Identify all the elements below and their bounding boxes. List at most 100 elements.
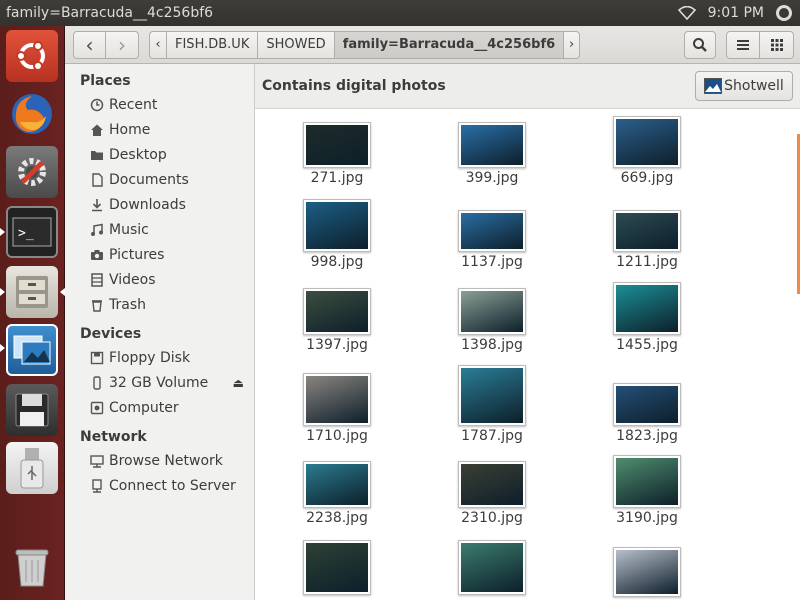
file-name-label[interactable]: 3190.jpg [582, 510, 712, 526]
settings-icon[interactable] [6, 146, 58, 198]
sidebar-item-videos[interactable]: Videos [65, 267, 254, 292]
breadcrumb-fish-db[interactable]: FISH.DB.UK [167, 30, 259, 59]
sidebar-item-browse-network[interactable]: Browse Network [65, 448, 254, 473]
file-name-label[interactable]: 1397.jpg [272, 337, 402, 353]
window-title: family=Barracuda__4c256bf6 [6, 5, 214, 21]
network-heading: Network [80, 429, 147, 445]
file-name-label[interactable]: 1211.jpg [582, 254, 712, 270]
trash-icon [89, 298, 104, 312]
trash-icon[interactable] [6, 540, 58, 592]
file-thumbnail[interactable] [613, 547, 681, 597]
places-heading: Places [80, 73, 131, 89]
shotwell-button[interactable]: Shotwell [695, 71, 793, 101]
sidebar-item-trash[interactable]: Trash [65, 292, 254, 317]
gear-icon[interactable] [776, 5, 792, 21]
download-icon [89, 198, 104, 212]
shotwell-icon[interactable] [6, 324, 58, 376]
photo-preview [461, 543, 523, 592]
file-name-label[interactable]: 1398.jpg [427, 337, 557, 353]
file-name-label[interactable]: 998.jpg [272, 254, 402, 270]
sidebar: Places Recent Home Desktop Documents Dow… [65, 64, 255, 600]
sidebar-item-documents[interactable]: Documents [65, 167, 254, 192]
file-thumbnail[interactable] [303, 461, 371, 508]
sidebar-item-music[interactable]: Music [65, 217, 254, 242]
sidebar-item-recent[interactable]: Recent [65, 92, 254, 117]
file-name-label[interactable]: 1787.jpg [427, 428, 557, 444]
floppy-icon [89, 351, 104, 365]
sidebar-item-computer[interactable]: Computer [65, 395, 254, 420]
breadcrumb-scroll-left[interactable]: ‹ [149, 30, 167, 59]
sidebar-item-32gb-volume[interactable]: 32 GB Volume ⏏ [65, 370, 254, 395]
grid-icon [770, 38, 783, 51]
file-thumbnail[interactable] [613, 116, 681, 168]
file-name-label[interactable]: 2310.jpg [427, 510, 557, 526]
file-name-label[interactable]: 1137.jpg [427, 254, 557, 270]
eject-icon[interactable]: ⏏ [233, 376, 244, 390]
file-name-label[interactable]: 2238.jpg [272, 510, 402, 526]
firefox-icon[interactable] [6, 88, 58, 140]
file-thumbnail[interactable] [303, 122, 371, 168]
photo-preview [616, 119, 678, 165]
sidebar-item-downloads[interactable]: Downloads [65, 192, 254, 217]
file-name-label[interactable]: 1710.jpg [272, 428, 402, 444]
photo-preview [461, 125, 523, 165]
clock[interactable]: 9:01 PM [708, 5, 764, 21]
list-icon [737, 39, 749, 50]
file-thumbnail[interactable] [458, 210, 526, 252]
file-name-label[interactable]: 399.jpg [427, 170, 557, 186]
file-manager-icon[interactable] [6, 266, 58, 318]
file-name-label[interactable]: 1823.jpg [582, 428, 712, 444]
sidebar-item-pictures[interactable]: Pictures [65, 242, 254, 267]
file-thumbnail[interactable] [303, 373, 371, 426]
breadcrumb-showed[interactable]: SHOWED [258, 30, 335, 59]
file-thumbnail[interactable] [303, 288, 371, 335]
info-bar: Contains digital photos Shotwell [255, 64, 800, 109]
file-thumbnail[interactable] [613, 455, 681, 508]
photo-preview [306, 125, 368, 165]
breadcrumb-current-folder[interactable]: family=Barracuda__4c256bf6 [334, 30, 565, 59]
terminal-icon[interactable]: >_ [6, 206, 58, 258]
sidebar-item-floppy-disk[interactable]: Floppy Disk [65, 345, 254, 370]
film-icon [89, 272, 104, 287]
file-thumbnail[interactable] [458, 461, 526, 508]
sidebar-item-connect-to-server[interactable]: Connect to Server [65, 473, 254, 498]
file-thumbnail[interactable] [613, 383, 681, 426]
file-name-label[interactable]: 271.jpg [272, 170, 402, 186]
sidebar-item-home[interactable]: Home [65, 117, 254, 142]
back-button[interactable]: ‹ [73, 30, 106, 59]
wifi-icon[interactable] [677, 5, 696, 21]
computer-icon [89, 401, 104, 415]
file-thumbnail[interactable] [303, 199, 371, 252]
photo-preview [616, 550, 678, 594]
usb-icon [89, 375, 104, 390]
menu-button[interactable] [760, 30, 794, 59]
photo-preview [461, 368, 523, 423]
search-button[interactable] [684, 30, 716, 59]
file-name-label[interactable]: 669.jpg [582, 170, 712, 186]
file-thumbnail[interactable] [458, 540, 526, 595]
save-icon[interactable] [6, 384, 58, 436]
music-icon [89, 223, 104, 237]
photo-preview [461, 213, 523, 249]
file-thumbnail[interactable] [458, 288, 526, 335]
file-thumbnail[interactable] [458, 365, 526, 426]
file-thumbnail[interactable] [613, 282, 681, 335]
file-name-label[interactable]: 1455.jpg [582, 337, 712, 353]
camera-icon [89, 248, 104, 262]
document-icon [89, 172, 104, 187]
file-thumbnail[interactable] [303, 540, 371, 595]
file-thumbnail[interactable] [613, 210, 681, 252]
file-thumbnail[interactable] [458, 122, 526, 168]
photo-preview [616, 386, 678, 423]
ubuntu-icon[interactable] [6, 30, 58, 82]
search-icon [693, 37, 707, 52]
folder-icon [89, 148, 104, 162]
forward-button[interactable]: › [106, 30, 139, 59]
breadcrumb: ‹ FISH.DB.UK SHOWED family=Barracuda__4c… [149, 30, 581, 59]
usb-drive-icon[interactable] [6, 442, 58, 494]
photo-preview [616, 213, 678, 249]
header-bar: ‹ › ‹ FISH.DB.UK SHOWED family=Barracuda… [65, 26, 800, 64]
list-view-button[interactable] [726, 30, 760, 59]
breadcrumb-scroll-right[interactable]: › [564, 30, 581, 59]
sidebar-item-desktop[interactable]: Desktop [65, 142, 254, 167]
